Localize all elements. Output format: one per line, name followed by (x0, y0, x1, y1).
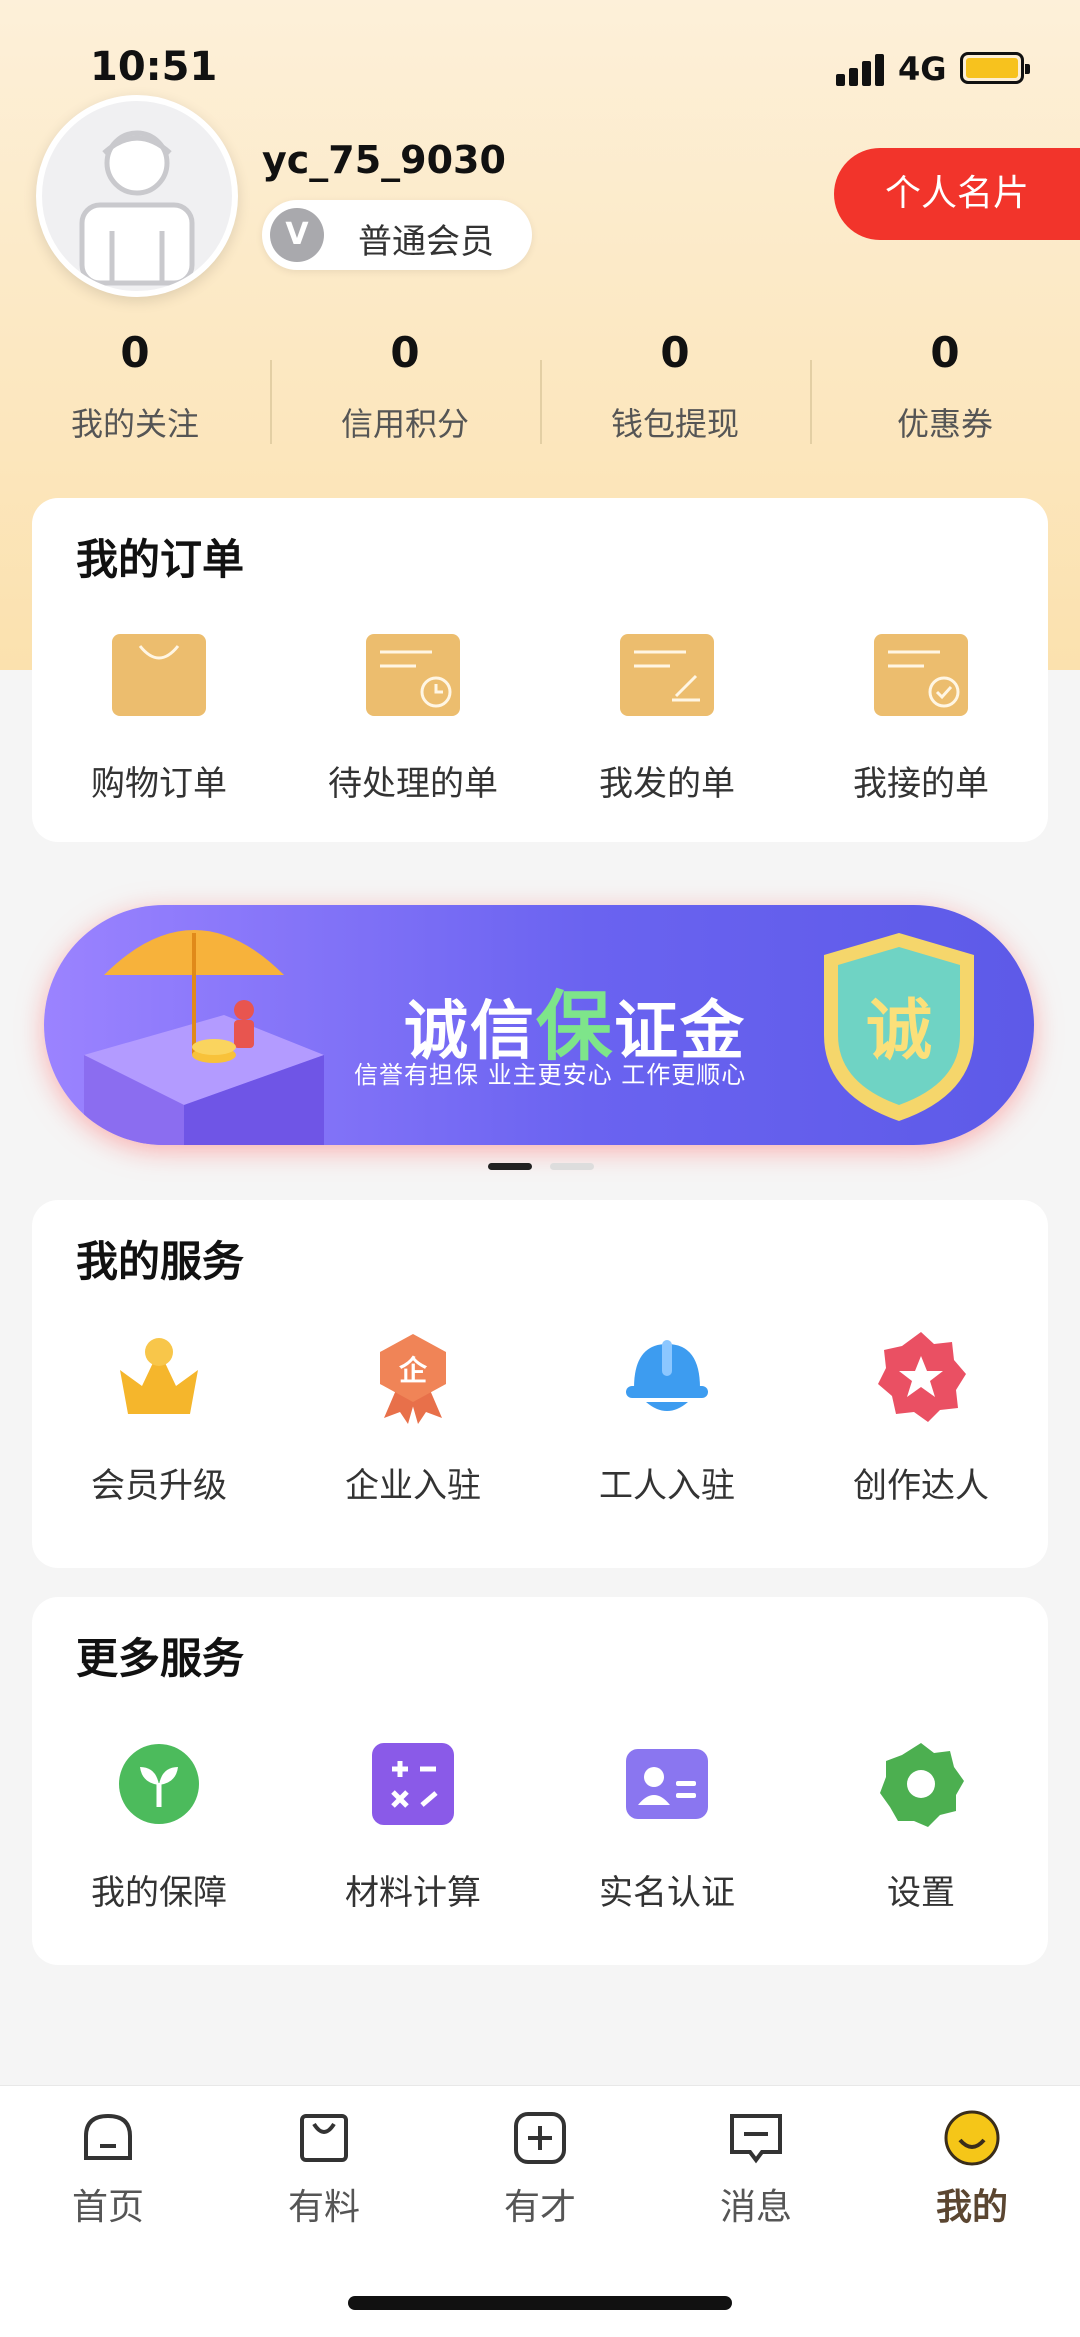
service-member-upgrade[interactable]: 会员升级 (32, 1330, 286, 1530)
stat-coupons[interactable]: 0 优惠券 (810, 320, 1080, 460)
stat-following[interactable]: 0 我的关注 (0, 320, 270, 460)
umbrella-illustration (84, 930, 324, 1145)
more-service-calculator[interactable]: 材料计算 (286, 1737, 540, 1937)
signal-icon (836, 54, 888, 86)
tab-label: 我的 (935, 2187, 1008, 2228)
order-label: 我接的单 (853, 764, 989, 804)
stats-row: 0 我的关注 0 信用积分 0 钱包提现 0 优惠券 (0, 320, 1080, 460)
service-label: 会员升级 (91, 1466, 227, 1506)
order-pending[interactable]: 待处理的单 (286, 628, 540, 828)
services-title: 我的服务 (76, 1237, 245, 1286)
tab-talent[interactable]: 有才 (470, 2108, 610, 2230)
stat-label: 我的关注 (70, 405, 199, 443)
service-label: 材料计算 (345, 1873, 481, 1913)
services-card: 我的服务 会员升级 企 企业入驻 工人入驻 创作达人 (32, 1200, 1048, 1568)
business-card-button[interactable]: 个人名片 (834, 148, 1080, 240)
more-service-protection[interactable]: 我的保障 (32, 1737, 286, 1937)
tab-home[interactable]: 首页 (38, 2108, 178, 2230)
id-card-icon (620, 1737, 714, 1831)
stat-value: 0 (660, 328, 690, 377)
order-sent[interactable]: 我发的单 (540, 628, 794, 828)
tab-label: 有料 (287, 2187, 360, 2228)
service-label: 创作达人 (853, 1466, 989, 1506)
enterprise-badge-icon: 企 (366, 1330, 460, 1424)
orders-title: 我的订单 (76, 535, 245, 584)
received-order-icon (874, 628, 968, 722)
tab-mine[interactable]: 我的 (902, 2108, 1042, 2230)
service-label: 设置 (887, 1873, 955, 1913)
service-worker[interactable]: 工人入驻 (540, 1330, 794, 1530)
more-service-verification[interactable]: 实名认证 (540, 1737, 794, 1937)
pagination-dot-active[interactable] (488, 1163, 532, 1170)
username: yc_75_9030 (262, 138, 506, 182)
bag-icon (294, 2108, 354, 2168)
stat-label: 钱包提现 (610, 405, 739, 443)
service-label: 实名认证 (599, 1873, 735, 1913)
order-label: 购物订单 (91, 764, 227, 804)
status-time: 10:51 (90, 44, 218, 90)
crown-icon (112, 1330, 206, 1424)
banner-subtitle: 信誉有担保 业主更安心 工作更顺心 (354, 1061, 747, 1089)
more-services-card: 更多服务 我的保障 材料计算 实名认证 设置 (32, 1597, 1048, 1965)
battery-icon (960, 52, 1030, 84)
sprout-icon (112, 1737, 206, 1831)
integrity-deposit-banner[interactable]: 诚信保证金 信誉有担保 业主更安心 工作更顺心 诚 (44, 905, 1034, 1145)
shield-badge-icon: 诚 (824, 933, 974, 1121)
more-services-title: 更多服务 (76, 1634, 245, 1683)
avatar[interactable] (36, 95, 238, 297)
service-label: 我的保障 (91, 1873, 227, 1913)
tab-messages[interactable]: 消息 (686, 2108, 826, 2230)
order-received[interactable]: 我接的单 (794, 628, 1048, 828)
service-creator[interactable]: 创作达人 (794, 1330, 1048, 1530)
sent-order-icon (620, 628, 714, 722)
orders-grid: 购物订单 待处理的单 我发的单 我接的单 (32, 628, 1048, 828)
star-badge-icon (874, 1330, 968, 1424)
stat-wallet-withdraw[interactable]: 0 钱包提现 (540, 320, 810, 460)
smiley-icon (942, 2108, 1002, 2168)
more-service-settings[interactable]: 设置 (794, 1737, 1048, 1937)
tab-label: 首页 (71, 2187, 144, 2228)
service-enterprise[interactable]: 企 企业入驻 (286, 1330, 540, 1530)
more-services-grid: 我的保障 材料计算 实名认证 设置 (32, 1737, 1048, 1937)
calculator-icon (366, 1737, 460, 1831)
order-shopping[interactable]: 购物订单 (32, 628, 286, 828)
stat-value: 0 (390, 328, 420, 377)
service-label: 工人入驻 (599, 1466, 735, 1506)
svg-text:诚: 诚 (866, 992, 932, 1069)
stat-label: 信用积分 (340, 405, 469, 443)
vip-icon: V (270, 208, 324, 262)
pending-order-icon (366, 628, 460, 722)
member-level-badge[interactable]: V 普通会员 (262, 200, 532, 270)
settings-gear-icon (874, 1737, 968, 1831)
network-type: 4G (898, 50, 947, 88)
stat-label: 优惠券 (896, 405, 993, 443)
home-indicator (348, 2296, 732, 2310)
member-level-label: 普通会员 (358, 222, 494, 262)
stat-value: 0 (930, 328, 960, 377)
service-label: 企业入驻 (345, 1466, 481, 1506)
stat-value: 0 (120, 328, 150, 377)
order-label: 待处理的单 (328, 764, 498, 804)
plus-square-icon (510, 2108, 570, 2168)
tab-label: 消息 (719, 2187, 792, 2228)
tab-label: 有才 (503, 2187, 576, 2228)
shopping-bag-icon (112, 628, 206, 722)
pagination-dot[interactable] (550, 1163, 594, 1170)
hard-hat-icon (620, 1330, 714, 1424)
orders-card: 我的订单 购物订单 待处理的单 我发的单 我接的单 (32, 498, 1048, 842)
services-grid: 会员升级 企 企业入驻 工人入驻 创作达人 (32, 1330, 1048, 1530)
message-icon (726, 2108, 786, 2168)
order-label: 我发的单 (599, 764, 735, 804)
stat-credit-points[interactable]: 0 信用积分 (270, 320, 540, 460)
banner-pagination (488, 1163, 594, 1170)
home-icon (78, 2108, 138, 2168)
svg-text:企: 企 (399, 1354, 428, 1387)
tab-materials[interactable]: 有料 (254, 2108, 394, 2230)
